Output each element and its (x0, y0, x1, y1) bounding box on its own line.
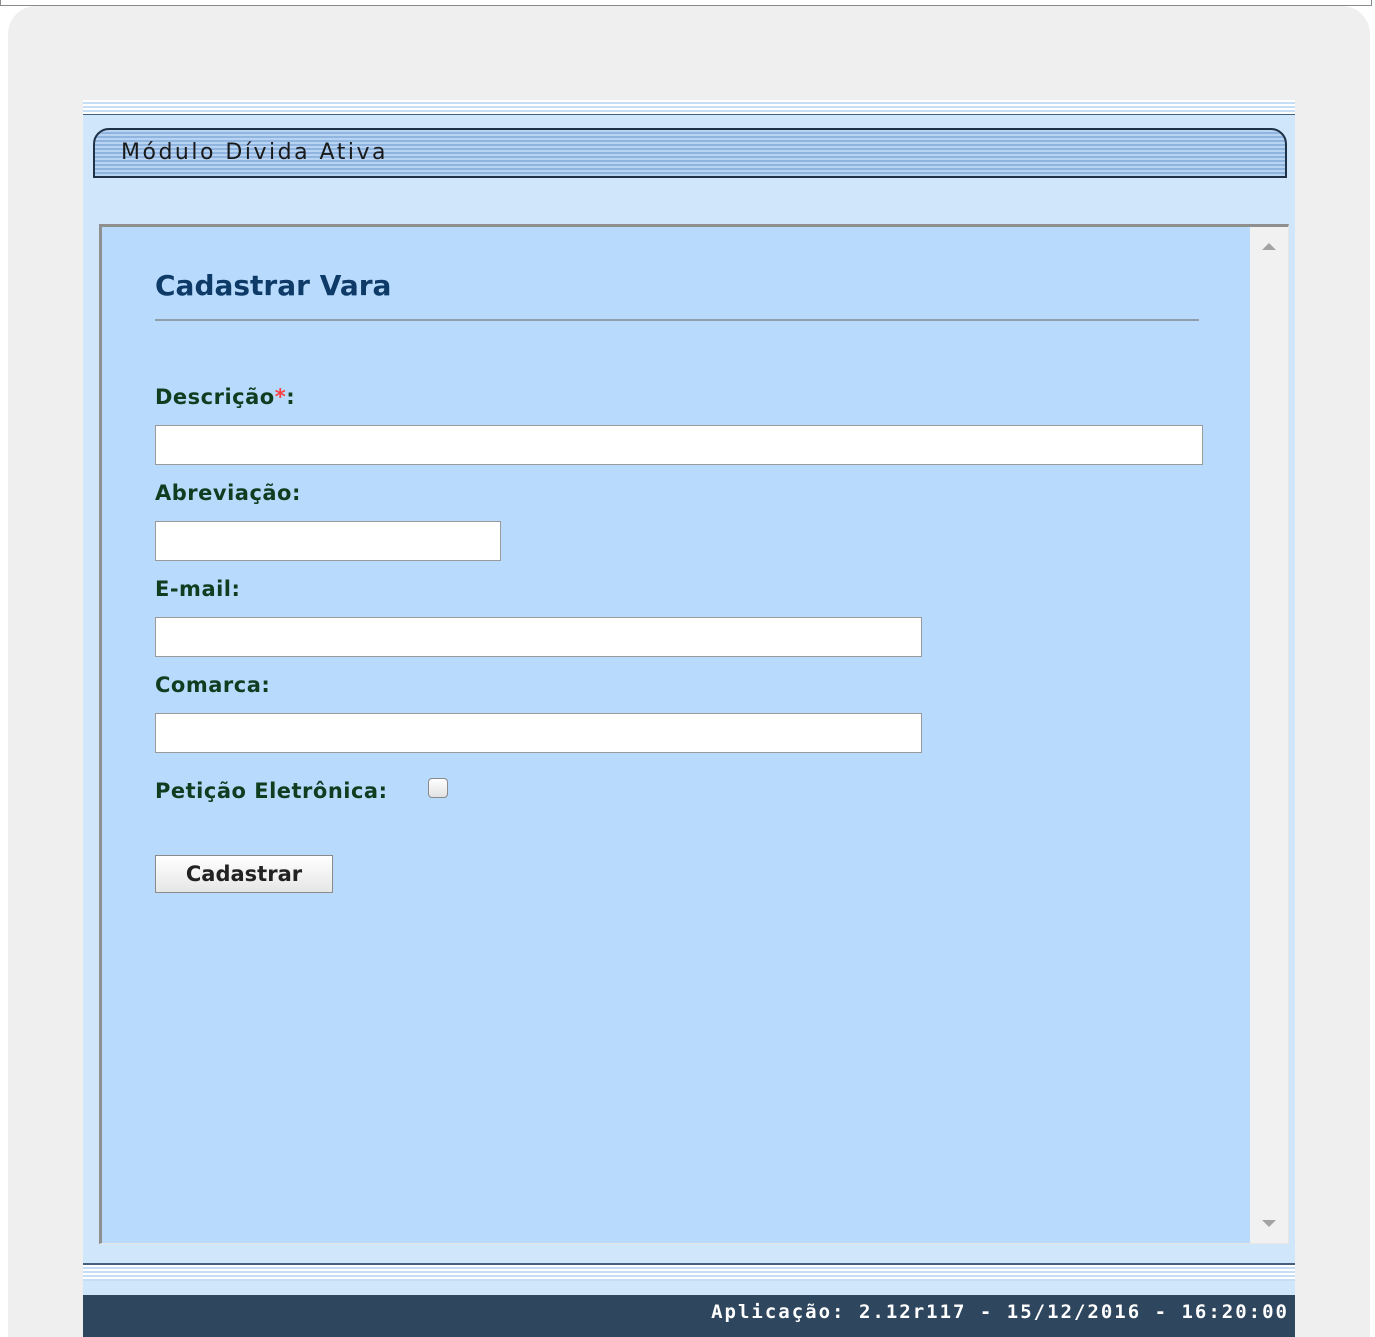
application-window: Módulo Dívida Ativa Cadastrar Vara Descr… (83, 100, 1295, 1337)
content-frame: Cadastrar Vara Descrição*: Abreviação: E… (99, 224, 1289, 1244)
footer-stripe (83, 1263, 1295, 1281)
header-stripe (83, 100, 1295, 115)
status-bar: Aplicação: 2.12r117 - 15/12/2016 - 16:20… (83, 1295, 1295, 1337)
comarca-input[interactable] (155, 713, 922, 753)
scroll-down-arrow-icon[interactable] (1262, 1220, 1276, 1227)
page-title: Cadastrar Vara (155, 269, 392, 302)
descricao-input[interactable] (155, 425, 1203, 465)
required-marker: * (274, 385, 287, 409)
app-version-status: Aplicação: 2.12r117 - 15/12/2016 - 16:20… (711, 1301, 1289, 1323)
email-label: E-mail: (155, 577, 241, 601)
module-header-tab: Módulo Dívida Ativa (93, 128, 1287, 178)
module-title: Módulo Dívida Ativa (121, 140, 388, 165)
title-divider (155, 319, 1199, 321)
descricao-label-suffix: : (286, 385, 296, 409)
email-input[interactable] (155, 617, 922, 657)
peticao-eletronica-label: Petição Eletrônica: (155, 779, 388, 803)
comarca-label: Comarca: (155, 673, 271, 697)
descricao-label: Descrição*: (155, 385, 295, 409)
peticao-eletronica-checkbox[interactable] (428, 778, 448, 798)
abreviacao-label: Abreviação: (155, 481, 301, 505)
scroll-up-arrow-icon[interactable] (1262, 243, 1276, 250)
descricao-label-text: Descrição (155, 385, 275, 409)
cadastrar-button[interactable]: Cadastrar (155, 855, 333, 893)
abreviacao-input[interactable] (155, 521, 501, 561)
vertical-scrollbar[interactable] (1250, 227, 1288, 1243)
